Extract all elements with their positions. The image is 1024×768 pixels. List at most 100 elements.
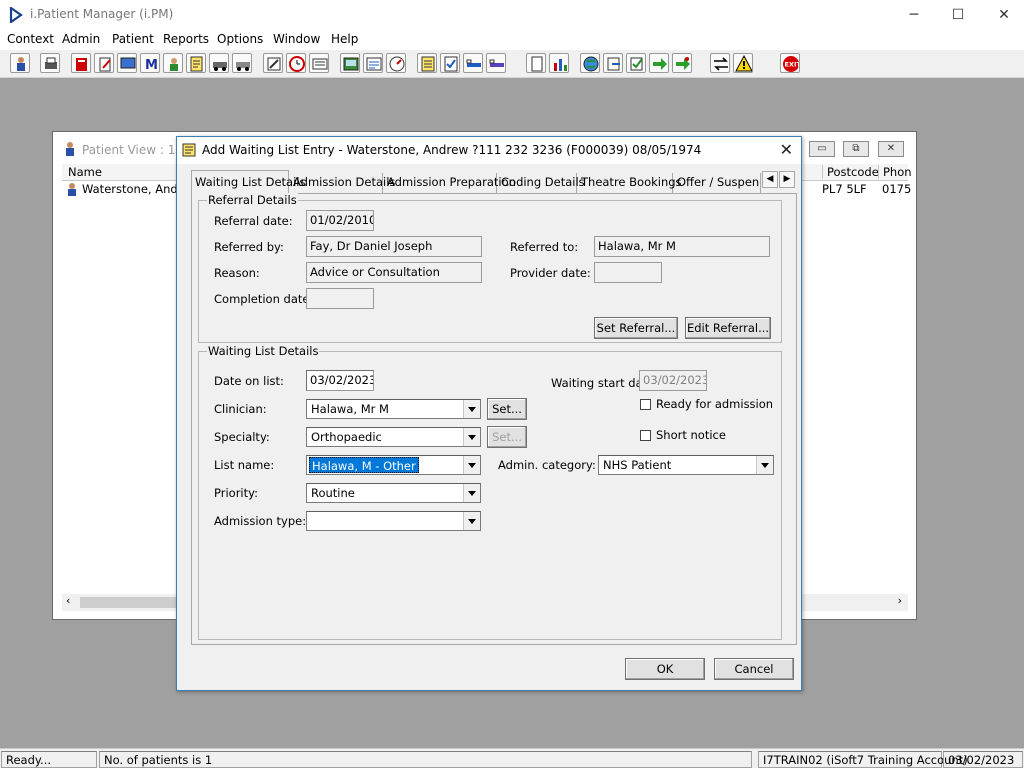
date-on-list-input[interactable]: 03/02/2023 [306, 370, 374, 391]
referral-date-field: 01/02/2010 [306, 210, 374, 231]
priority-select[interactable]: Routine [306, 483, 481, 503]
person-icon[interactable] [163, 53, 183, 73]
tab-waiting-list-details[interactable]: Waiting List Details [191, 170, 305, 194]
clinician-select[interactable]: Halawa, Mr M [306, 399, 481, 419]
date-on-list-label: Date on list: [214, 374, 284, 388]
doc-icon[interactable] [417, 53, 437, 73]
referred-by-field: Fay, Dr Daniel Joseph [306, 236, 482, 257]
status-ready: Ready... [1, 751, 97, 768]
ready-for-admission-label: Ready for admission [656, 397, 774, 411]
green-arrow-icon[interactable] [649, 53, 669, 73]
globe-icon[interactable] [580, 53, 600, 73]
scroll-thumb[interactable] [80, 597, 190, 608]
column-header-name[interactable]: Name [68, 165, 102, 179]
tab-offer-suspend[interactable]: Offer / Suspend [674, 173, 761, 193]
admin-category-label: Admin. category: [498, 458, 596, 472]
chevron-down-icon[interactable] [756, 456, 773, 474]
swap-icon[interactable] [710, 53, 730, 73]
clinician-set-button[interactable]: Set... [487, 398, 527, 420]
patient-view-restore-button[interactable]: ⧉ [843, 141, 869, 157]
status-account: I7TRAIN02 (iSoft7 Training Account) [758, 751, 968, 768]
scroll-right-icon[interactable]: › [898, 594, 902, 607]
chevron-down-icon[interactable] [463, 484, 480, 502]
bed2-icon[interactable] [486, 53, 506, 73]
admission-type-select[interactable] [306, 511, 481, 531]
doc-check-icon[interactable] [440, 53, 460, 73]
svg-text:M: M [145, 58, 158, 73]
list-name-select[interactable]: Halawa, M - Other [306, 455, 481, 475]
doc-arrow-icon[interactable] [603, 53, 623, 73]
set-referral-button[interactable]: Set Referral... [594, 317, 678, 339]
tab-scroll-right-icon[interactable]: ▶ [779, 171, 795, 188]
patient-icon[interactable] [10, 53, 30, 73]
screen-icon[interactable] [117, 53, 137, 73]
tab-theatre-bookings[interactable]: Theatre Bookings [578, 173, 682, 193]
card-icon[interactable] [309, 53, 329, 73]
green-arrow2-icon[interactable] [672, 53, 692, 73]
waiting-list-details-group: Waiting List Details Date on list: 03/02… [198, 344, 782, 640]
column-header-postcode[interactable]: Postcode [822, 165, 879, 179]
chevron-down-icon[interactable] [463, 400, 480, 418]
dialog-close-icon[interactable]: ✕ [780, 140, 793, 159]
completion-date-field [306, 288, 374, 309]
doc-tick-icon[interactable] [626, 53, 646, 73]
ready-for-admission-checkbox[interactable] [640, 399, 651, 410]
tab-scroll-left-icon[interactable]: ◀ [762, 171, 778, 188]
menu-patient[interactable]: Patient [112, 32, 154, 46]
menu-admin[interactable]: Admin [62, 32, 100, 46]
printer-icon[interactable] [40, 53, 60, 73]
note-icon[interactable] [263, 53, 283, 73]
notepad-icon[interactable] [186, 53, 206, 73]
waiting-start-date-field: 03/02/2023 [639, 370, 707, 391]
gauge-icon[interactable] [386, 53, 406, 73]
ok-button[interactable]: OK [625, 658, 705, 680]
status-date: 03/02/2023 [943, 751, 1023, 768]
provider-date-field [594, 262, 662, 283]
waiting-list-details-panel: Referral Details Referral date: 01/02/20… [191, 193, 797, 645]
chevron-down-icon[interactable] [463, 456, 480, 474]
patient-view-close-button[interactable]: ✕ [878, 141, 904, 157]
chart-icon[interactable] [549, 53, 569, 73]
chevron-down-icon[interactable] [463, 512, 480, 530]
close-button[interactable]: ✕ [994, 6, 1014, 24]
tab-coding-details[interactable]: Coding Details [498, 173, 585, 193]
patient-view-minimize-button[interactable]: ▭ [809, 141, 835, 157]
clock-icon[interactable] [286, 53, 306, 73]
referred-to-label: Referred to: [510, 240, 579, 254]
chevron-down-icon[interactable] [463, 428, 480, 446]
app-title: i.Patient Manager (i.PM) [30, 7, 174, 21]
short-notice-checkbox[interactable] [640, 430, 651, 441]
exit-icon[interactable]: EXIT [780, 53, 800, 73]
specialty-select[interactable]: Orthopaedic [306, 427, 481, 447]
tab-admission-preparation[interactable]: Admission Preparation [384, 173, 516, 193]
car2-icon[interactable] [232, 53, 252, 73]
menu-window[interactable]: Window [273, 32, 320, 46]
minimize-button[interactable]: ─ [904, 6, 924, 24]
scroll-left-icon[interactable]: ‹ [66, 594, 70, 607]
page-icon[interactable] [526, 53, 546, 73]
bed-icon[interactable] [463, 53, 483, 73]
menu-context[interactable]: Context [7, 32, 54, 46]
referred-by-label: Referred by: [214, 240, 284, 254]
status-bar: Ready... No. of patients is 1 I7TRAIN02 … [0, 748, 1024, 768]
menu-help[interactable]: Help [331, 32, 358, 46]
edit-doc-icon[interactable] [94, 53, 114, 73]
app-titlebar: i.Patient Manager (i.PM) ─ ☐ ✕ [0, 0, 1024, 30]
edit-referral-button[interactable]: Edit Referral... [685, 317, 771, 339]
list-name-value: Halawa, M - Other [309, 457, 419, 473]
list-icon[interactable] [363, 53, 383, 73]
warning-icon[interactable] [733, 53, 753, 73]
column-header-phone[interactable]: Phon [878, 165, 912, 179]
menu-options[interactable]: Options [217, 32, 263, 46]
admin-category-select[interactable]: NHS Patient [598, 455, 774, 475]
referral-date-label: Referral date: [214, 214, 293, 228]
menu-reports[interactable]: Reports [163, 32, 209, 46]
tab-admission-details[interactable]: Admission Details [290, 173, 395, 193]
m-icon[interactable]: M [140, 53, 160, 73]
cancel-button[interactable]: Cancel [714, 658, 794, 680]
book-icon[interactable] [71, 53, 91, 73]
photo-icon[interactable] [340, 53, 360, 73]
short-notice-label: Short notice [656, 428, 726, 442]
car-icon[interactable] [209, 53, 229, 73]
maximize-button[interactable]: ☐ [948, 6, 968, 24]
